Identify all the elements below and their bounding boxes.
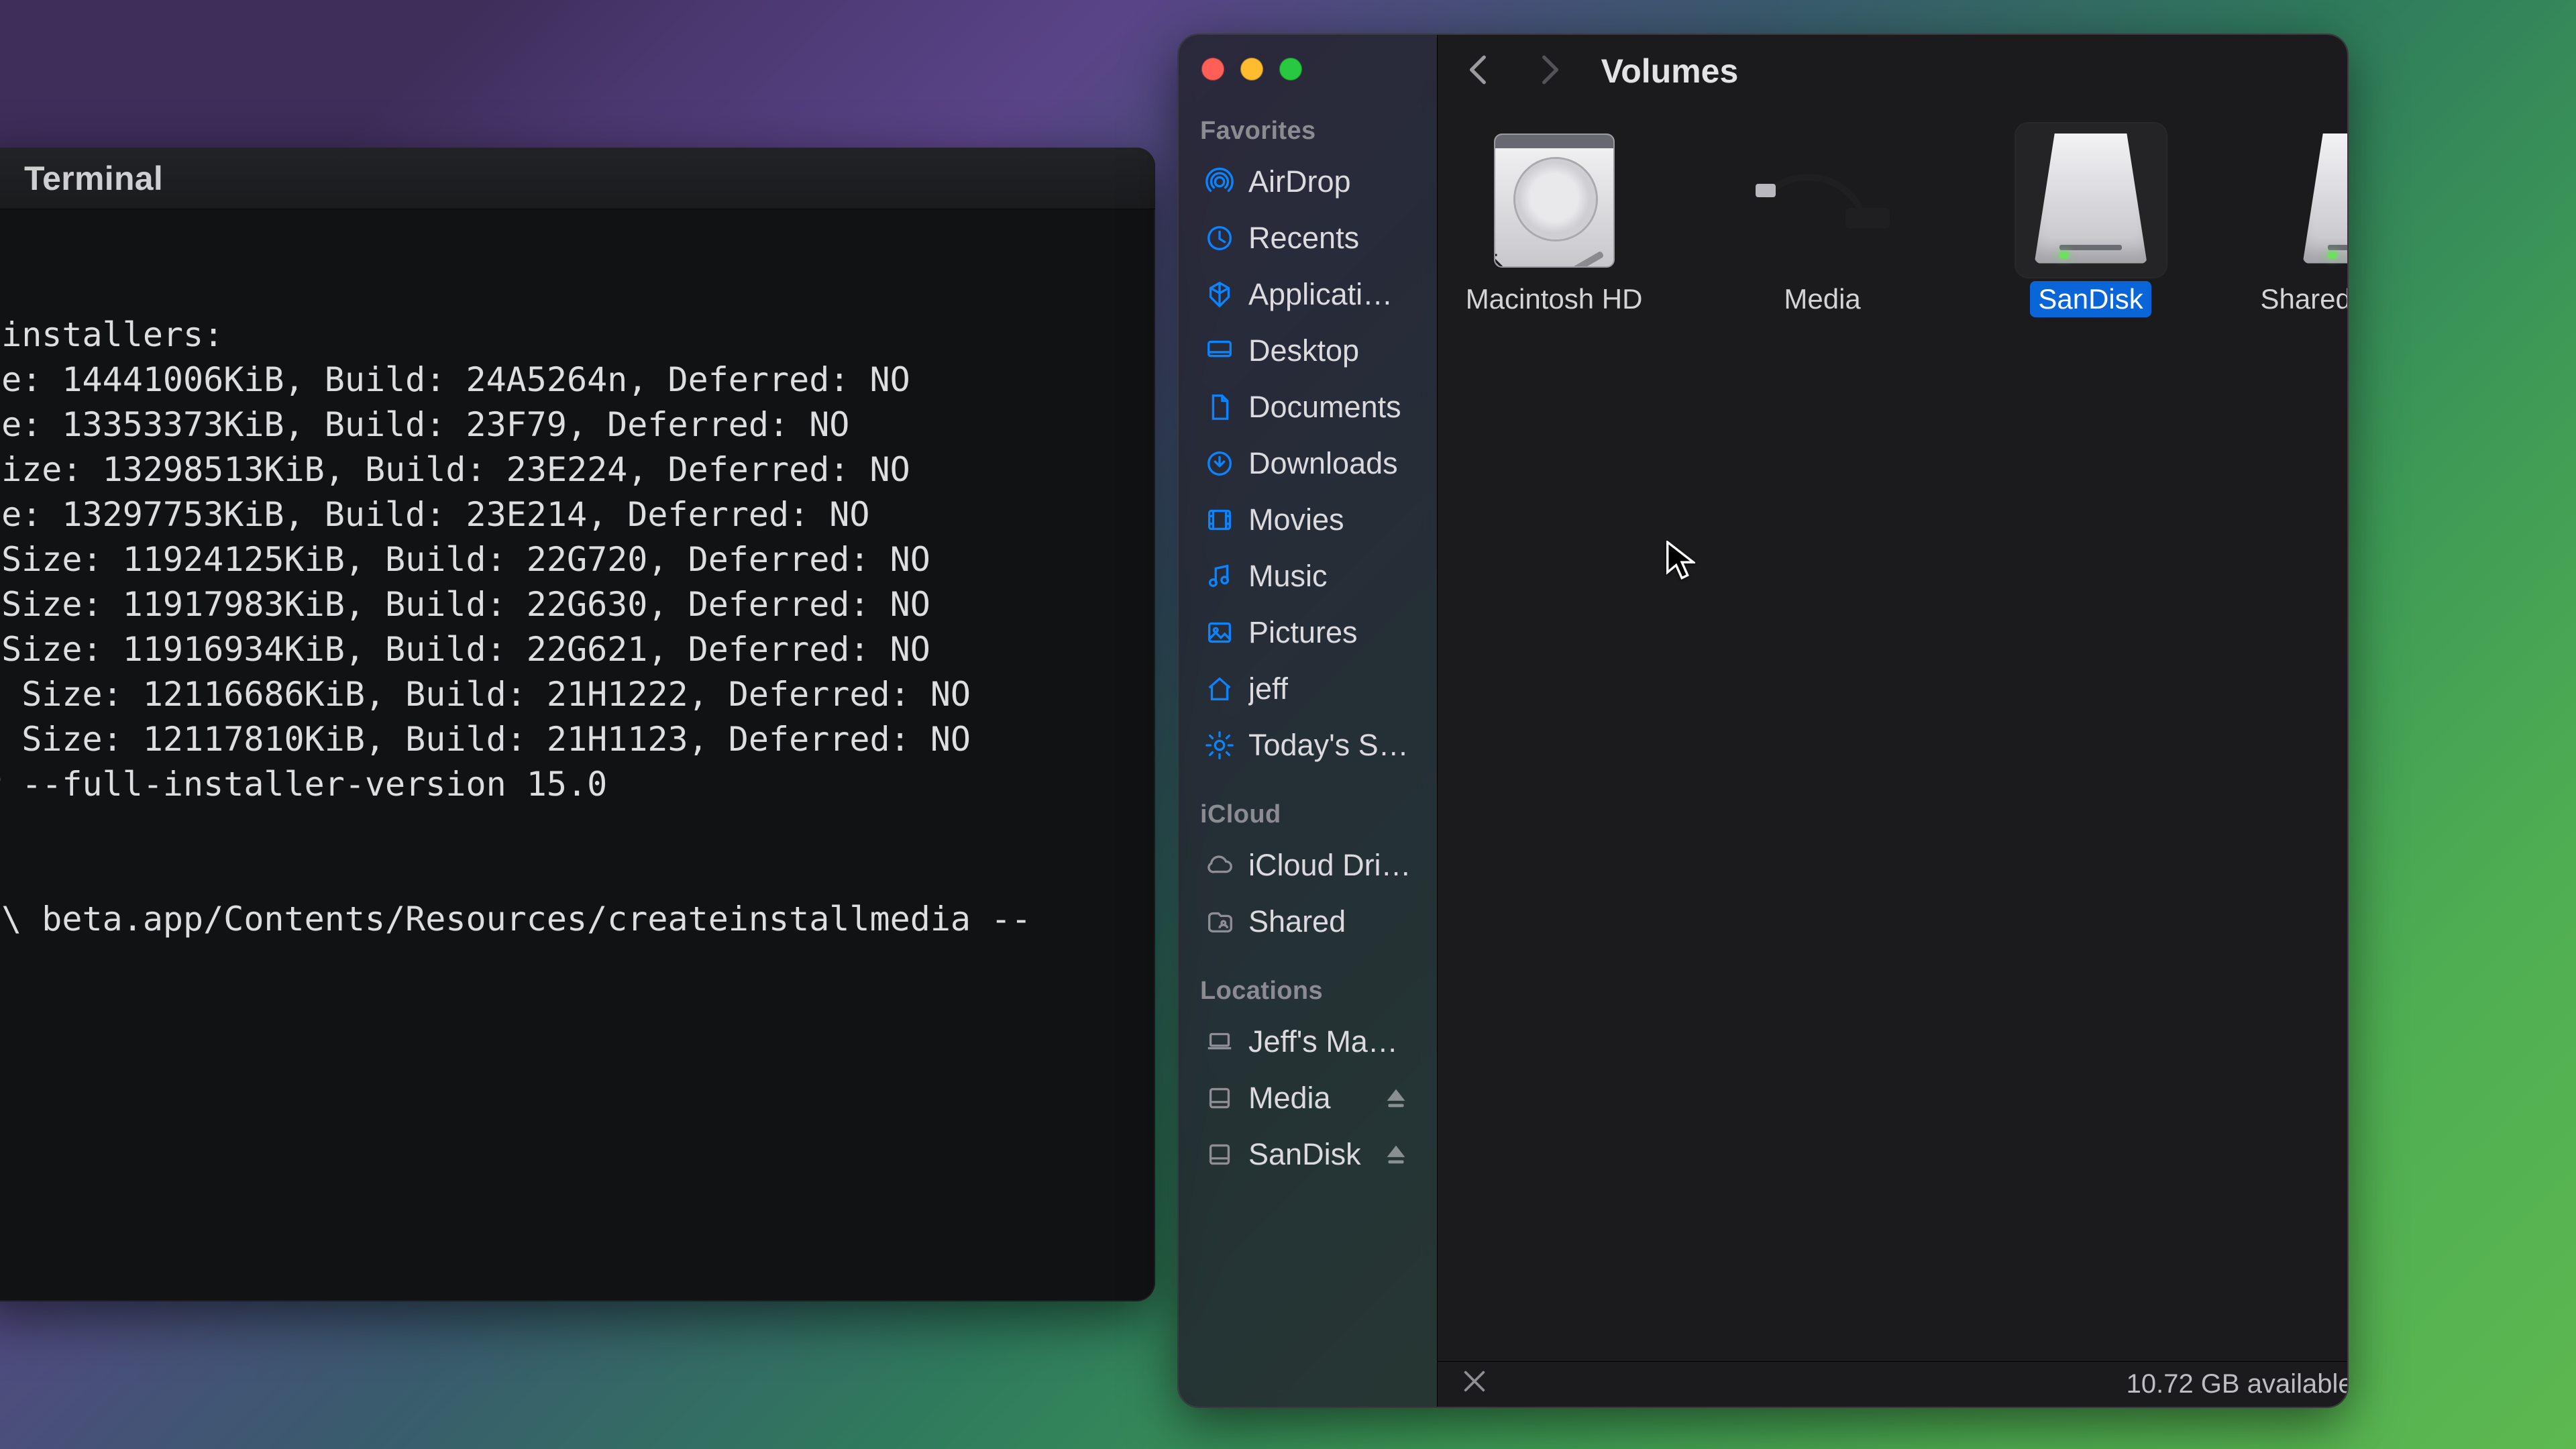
pictures-icon [1204,617,1235,648]
sidebar-item-jeff-s-ma-[interactable]: Jeff's Ma… [1195,1014,1421,1070]
terminal-titlebar[interactable]: Terminal [0,148,1155,209]
movies-icon [1204,504,1235,535]
volume-label: SanDisk [2030,281,2151,317]
sidebar-item-documents[interactable]: Documents [1195,379,1421,435]
volume-label: Macintosh HD [1458,281,1651,317]
forward-button[interactable] [1533,53,1566,90]
window-controls [1201,58,1421,80]
minimize-window-button[interactable] [1240,58,1263,80]
adapter-icon [1756,164,1890,237]
sidebar-item-label: Pictures [1248,615,1358,650]
finder-main: Volumes ↖ Macintosh HD Media SanDisk Sha… [1438,35,2347,1407]
statusbar-close-button[interactable] [1462,1368,1487,1401]
internal-hd-icon: ↖ [1494,133,1615,268]
sidebar-item-label: jeff [1248,672,1288,706]
sidebar-item-music[interactable]: Music [1195,548,1421,604]
terminal-window: Terminal s installers: ze: 14441006KiB, … [0,148,1155,1301]
sidebar-item-label: iCloud Dri… [1248,848,1411,883]
sidebar-item-label: AirDrop [1248,164,1351,199]
status-available-text: 10.72 GB available [2127,1369,2347,1399]
sidebar-item-label: Applicati… [1248,277,1393,312]
back-button[interactable] [1462,53,1495,90]
eject-icon[interactable] [1381,1083,1411,1114]
disk-icon [1204,1139,1235,1170]
external-drive-icon [2299,133,2347,268]
zoom-window-button[interactable] [1279,58,1302,80]
terminal-title: Terminal [24,159,163,198]
volume-macintosh-hd[interactable]: ↖ Macintosh HD [1475,131,1633,317]
finder-sidebar: Favorites AirDrop Recents Applicati… Des… [1179,35,1438,1407]
finder-content[interactable]: ↖ Macintosh HD Media SanDisk Shared Supp… [1438,107,2347,1361]
volume-media[interactable]: Media [1743,131,1902,317]
sidebar-item-label: Media [1248,1081,1331,1116]
sidebar-item-recents[interactable]: Recents [1195,210,1421,266]
sidebar-item-shared[interactable]: Shared [1195,894,1421,950]
sidebar-item-airdrop[interactable]: AirDrop [1195,154,1421,210]
app-icon [1204,279,1235,310]
volume-shared-support[interactable]: Shared Support [2280,131,2347,317]
sidebar-item-icloud-dri-[interactable]: iCloud Dri… [1195,837,1421,894]
sidebar-item-label: Recents [1248,221,1359,256]
home-icon [1204,674,1235,704]
sidebar-section-icloud: iCloud [1200,800,1415,829]
sidebar-item-label: Downloads [1248,446,1398,481]
shared-icon [1204,906,1235,937]
sidebar-item-label: Shared [1248,904,1346,939]
sidebar-item-today-s-s-[interactable]: Today's S… [1195,717,1421,773]
airdrop-icon [1204,166,1235,197]
gear-icon [1204,730,1235,761]
sidebar-section-locations: Locations [1200,977,1415,1006]
sidebar-item-desktop[interactable]: Desktop [1195,323,1421,379]
desktop-icon [1204,335,1235,366]
alias-badge-icon: ↖ [1494,248,1510,268]
sidebar-item-pictures[interactable]: Pictures [1195,604,1421,661]
terminal-body[interactable]: s installers: ze: 14441006KiB, Build: 24… [0,209,1155,1301]
music-icon [1204,561,1235,592]
sidebar-item-label: Music [1248,559,1328,594]
close-window-button[interactable] [1201,58,1224,80]
download-icon [1204,448,1235,479]
volume-label: Shared Support [2252,281,2347,317]
volume-label: Media [1776,281,1868,317]
finder-toolbar: Volumes [1438,35,2347,107]
sidebar-item-sandisk[interactable]: SanDisk [1195,1126,1421,1183]
sidebar-item-label: Documents [1248,390,1401,425]
doc-icon [1204,392,1235,423]
clock-icon [1204,223,1235,254]
sidebar-item-label: Jeff's Ma… [1248,1024,1398,1059]
location-title: Volumes [1601,52,1739,91]
sidebar-item-label: SanDisk [1248,1137,1361,1172]
sidebar-section-favorites: Favorites [1200,117,1415,146]
sidebar-item-media[interactable]: Media [1195,1070,1421,1126]
sidebar-item-movies[interactable]: Movies [1195,492,1421,548]
sidebar-item-applicati-[interactable]: Applicati… [1195,266,1421,323]
external-drive-icon [2031,133,2151,268]
cloud-icon [1204,850,1235,881]
sidebar-item-label: Today's S… [1248,728,1409,763]
disk-icon [1204,1083,1235,1114]
finder-window: Favorites AirDrop Recents Applicati… Des… [1179,35,2347,1407]
volume-sandisk[interactable]: SanDisk [2012,131,2170,317]
sidebar-item-downloads[interactable]: Downloads [1195,435,1421,492]
eject-icon[interactable] [1381,1139,1411,1170]
sidebar-item-jeff[interactable]: jeff [1195,661,1421,717]
sidebar-item-label: Movies [1248,502,1344,537]
finder-statusbar: 10.72 GB available [1438,1361,2347,1407]
laptop-icon [1204,1026,1235,1057]
sidebar-item-label: Desktop [1248,333,1359,368]
